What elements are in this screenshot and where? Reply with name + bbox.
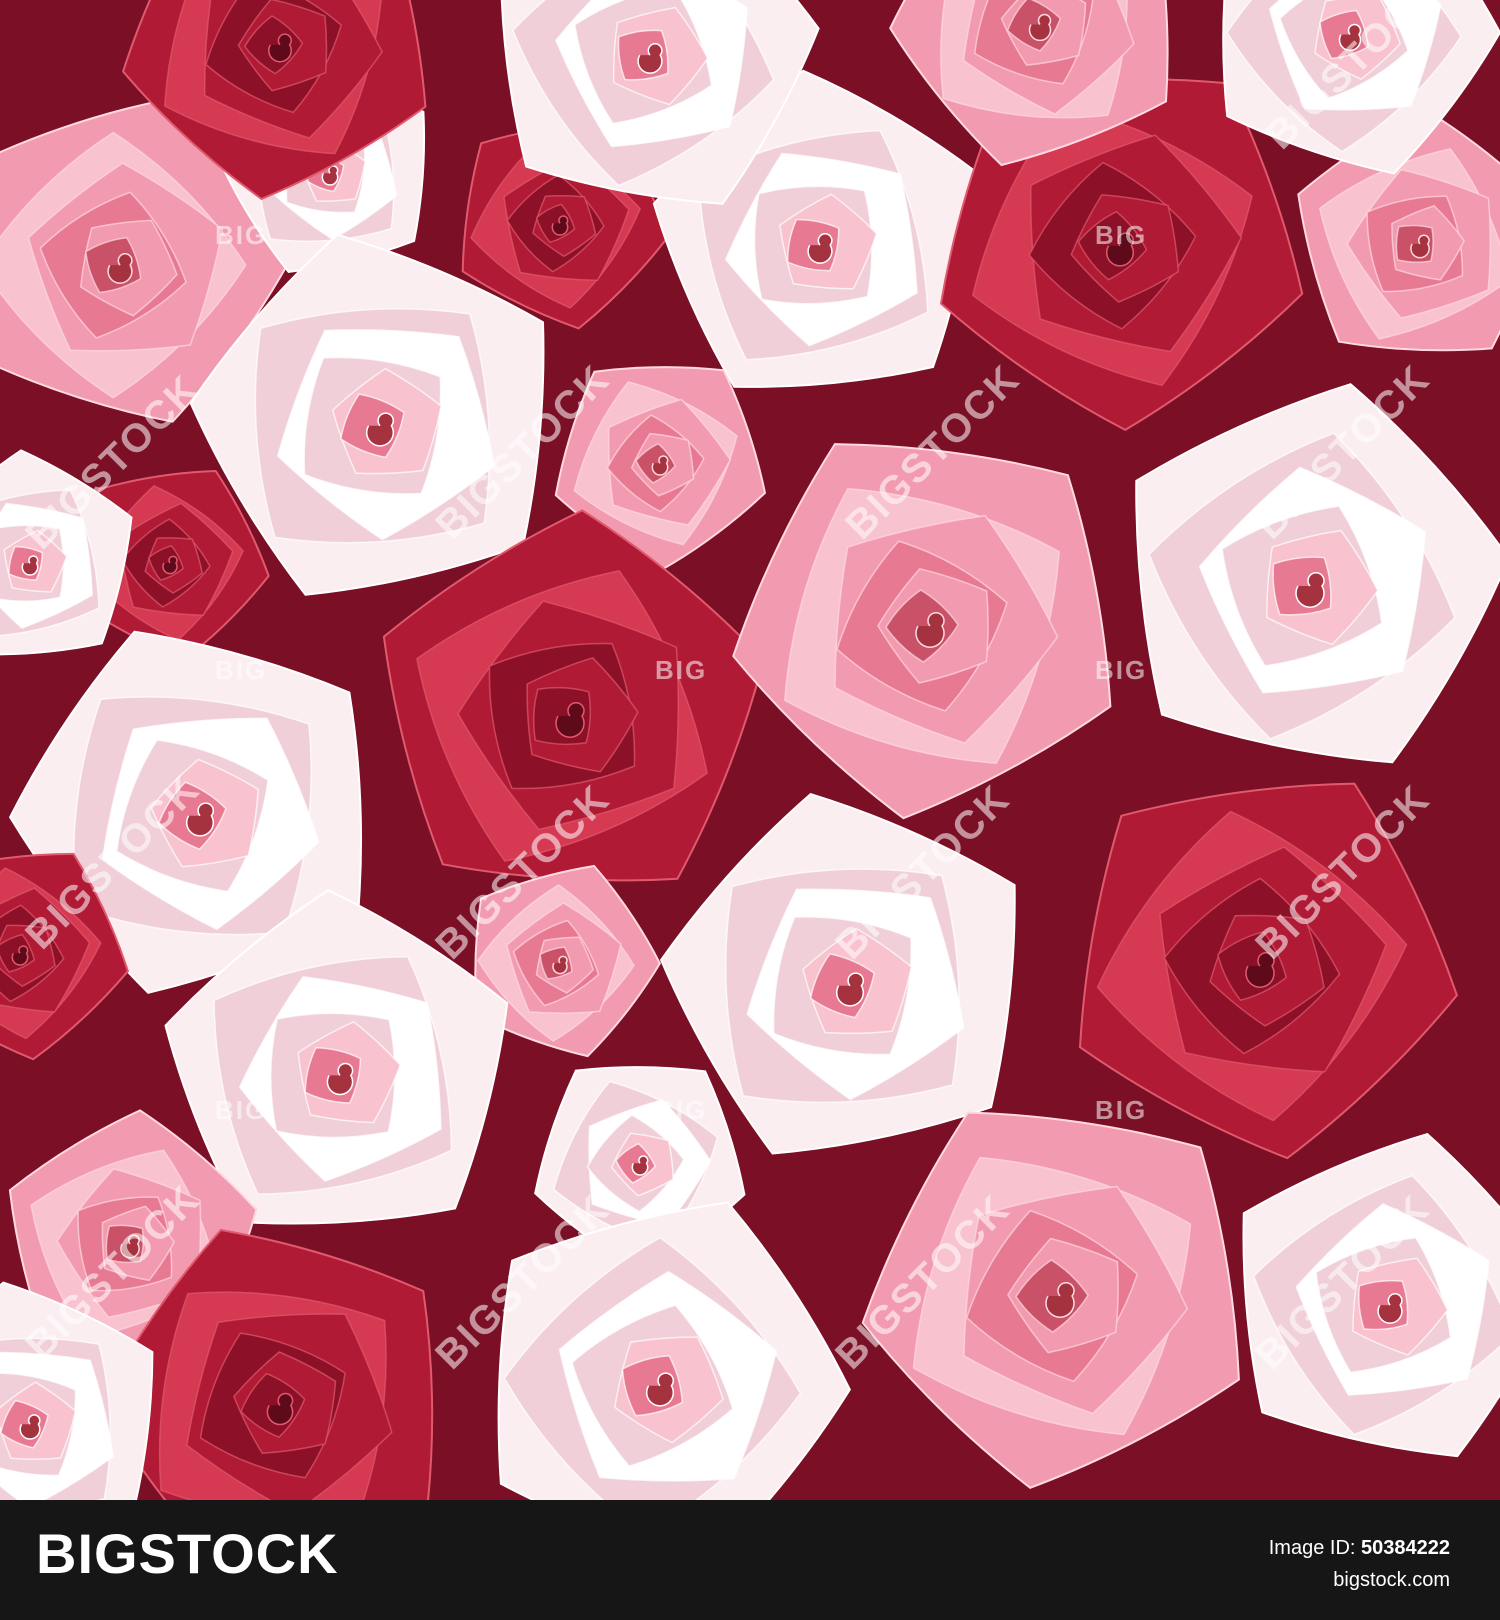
rose-pink — [732, 443, 1112, 820]
rose-pattern-illustration — [0, 0, 1500, 1500]
brand-logo[interactable]: BIGSTOCK — [36, 1526, 339, 1582]
image-id-label: Image ID: — [1268, 1537, 1356, 1559]
image-id-line: Image ID: 50384222 — [1269, 1538, 1450, 1558]
footer-bar: BIGSTOCK Image ID: 50384222 bigstock.com — [0, 1500, 1500, 1620]
rose-white — [1135, 383, 1500, 764]
site-link[interactable]: bigstock.com — [1333, 1570, 1450, 1590]
stock-image-page: BIGSTOCK BIGSTOCK BIGSTOCK BIGSTOCK BIGSTOCK… — [0, 0, 1500, 1620]
rose-white — [1242, 1132, 1500, 1458]
image-id-value: 50384222 — [1361, 1537, 1450, 1559]
rose-red — [1078, 782, 1459, 1160]
rose-white — [497, 1201, 851, 1500]
rose-pink — [861, 1111, 1240, 1489]
